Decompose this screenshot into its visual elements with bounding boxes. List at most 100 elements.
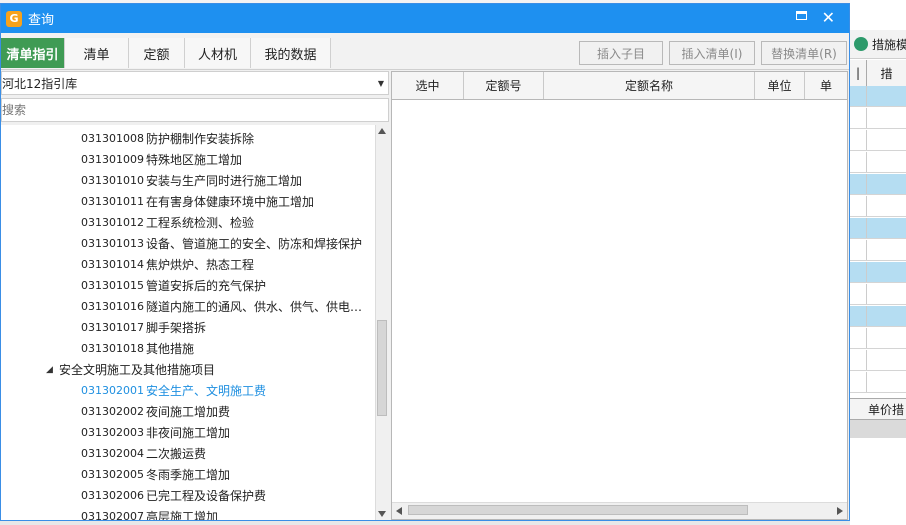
tab-list-guide[interactable]: 清单指引 [1, 38, 65, 68]
tree-item-code: 031302003 [81, 426, 144, 439]
col-selected[interactable]: 选中 [392, 72, 464, 99]
background-grid-row [850, 130, 906, 151]
dialog-titlebar[interactable]: G 查询 ✕ [1, 4, 849, 33]
background-grid-row [850, 372, 906, 393]
col-quota-name[interactable]: 定额名称 [544, 72, 755, 99]
tree-item-code: 031301016 [81, 300, 144, 313]
tree-item-code: 031302005 [81, 468, 144, 481]
background-grid-cell [850, 130, 867, 150]
scroll-up-icon[interactable] [378, 128, 386, 134]
tree-item-name: 非夜间施工增加 [146, 426, 231, 440]
tree-item-name: 安全生产、文明施工费 [146, 384, 267, 398]
tree-item-code: 031302001 [81, 384, 144, 397]
hscroll-thumb[interactable] [408, 505, 748, 515]
tree-vertical-scrollbar[interactable] [375, 125, 389, 520]
insert-list-button[interactable]: 插入清单(I) [669, 41, 755, 65]
tree-item-code: 031301018 [81, 342, 144, 355]
col-unit[interactable]: 单位 [755, 72, 805, 99]
maximize-icon[interactable] [796, 11, 807, 20]
scroll-down-icon[interactable] [378, 511, 386, 517]
tree-item-code: 031301014 [81, 258, 144, 271]
query-dialog: G 查询 ✕ 清单指引 清单 定额 人材机 我的数据 插入子目 插入清单(I) … [0, 3, 850, 521]
grid-header: 选中 定额号 定额名称 单位 单 [392, 72, 847, 100]
background-grid-cell [850, 196, 867, 216]
tree-item-name: 焦炉烘炉、热态工程 [146, 258, 255, 272]
tree-item[interactable]: 031301013 设备、管道施工的安全、防冻和焊接保护 [1, 233, 375, 254]
background-grid-row [850, 152, 906, 173]
tree-item-name: 安装与生产同时进行施工增加 [146, 174, 303, 188]
background-grid-row [850, 306, 906, 327]
tree-item[interactable]: 031301018 其他措施 [1, 338, 375, 359]
app-logo-icon: G [6, 10, 22, 27]
tree-item[interactable]: 031301008 防护棚制作安装拆除 [1, 128, 375, 149]
background-panel-title-text: 措施模 [872, 37, 906, 52]
tree-item-code: 031301009 [81, 153, 144, 166]
tree-item[interactable]: 031301017 脚手架搭拆 [1, 317, 375, 338]
search-input[interactable] [1, 98, 389, 122]
tree-item-code: 031301008 [81, 132, 144, 145]
tree-item-code: 031302002 [81, 405, 144, 418]
background-grid-row [850, 240, 906, 261]
background-grid-row [850, 174, 906, 195]
expand-arrow-icon[interactable]: ◢ [46, 365, 53, 375]
tree-item-name: 在有害身体健康环境中施工增加 [146, 195, 315, 209]
col-quota-no[interactable]: 定额号 [464, 72, 544, 99]
tree-item[interactable]: 031301010 安装与生产同时进行施工增加 [1, 170, 375, 191]
tree-item-name: 高层施工增加 [146, 510, 219, 520]
panel-icon [854, 37, 868, 51]
grid-horizontal-scrollbar[interactable] [392, 502, 847, 519]
tree-item-code: 031302004 [81, 447, 144, 460]
library-select-value: 河北12指引库 [2, 76, 78, 91]
tab-labor-material-machine[interactable]: 人材机 [185, 38, 251, 68]
scroll-thumb[interactable] [377, 320, 387, 416]
tab-my-data[interactable]: 我的数据 [251, 38, 331, 68]
tree-item[interactable]: 031301012 工程系统检测、检验 [1, 212, 375, 233]
tab-list[interactable]: 清单 [65, 38, 129, 68]
tree-item[interactable]: 031302003 非夜间施工增加 [1, 422, 375, 443]
replace-list-button[interactable]: 替换清单(R) [761, 41, 847, 65]
tree-item-name: 其他措施 [146, 342, 195, 356]
background-grid-cell [850, 306, 867, 326]
tree-item-name: 隧道内施工的通风、供水、供气、供电… [146, 300, 363, 314]
tree-item[interactable]: 031301009 特殊地区施工增加 [1, 149, 375, 170]
tree-item-name: 夜间施工增加费 [146, 405, 231, 419]
tree-item-name: 设备、管道施工的安全、防冻和焊接保护 [146, 237, 363, 251]
tree-item[interactable]: 031301014 焦炉烘炉、热态工程 [1, 254, 375, 275]
background-grid-row [850, 262, 906, 283]
tree-item[interactable]: 031301011 在有害身体健康环境中施工增加 [1, 191, 375, 212]
tree-item-name: 特殊地区施工增加 [146, 153, 243, 167]
tree-item-name: 冬雨季施工增加 [146, 468, 231, 482]
tree-item-name: 脚手架搭拆 [146, 321, 207, 335]
insert-child-button[interactable]: 插入子目 [579, 41, 663, 65]
tree-item-code: 031302006 [81, 489, 144, 502]
scroll-right-icon[interactable] [837, 507, 843, 515]
dropdown-arrow-icon[interactable]: ▼ [378, 79, 384, 88]
tree-item-code: 031301015 [81, 279, 144, 292]
tree-item-code: 031301010 [81, 174, 144, 187]
col-unit-price[interactable]: 单 [805, 72, 847, 99]
background-grid-cell [850, 328, 867, 348]
tree-item[interactable]: 031302005 冬雨季施工增加 [1, 464, 375, 485]
background-grid-cell [850, 262, 867, 282]
tree-item[interactable]: 031301016 隧道内施工的通风、供水、供气、供电… [1, 296, 375, 317]
tree-item[interactable]: 031302002 夜间施工增加费 [1, 401, 375, 422]
background-gray-area [850, 420, 906, 438]
background-header-col1: | [850, 60, 867, 86]
scroll-left-icon[interactable] [396, 507, 402, 515]
tree-item[interactable]: 031301015 管道安拆后的充气保护 [1, 275, 375, 296]
tab-quota[interactable]: 定额 [129, 38, 185, 68]
tree-item-code: 031302007 [81, 510, 144, 520]
tree-item-code: 031301012 [81, 216, 144, 229]
tree-item[interactable]: 031302007 高层施工增加 [1, 506, 375, 520]
tree-group-node[interactable]: ◢ 安全文明施工及其他措施项目 [1, 359, 375, 380]
library-select[interactable]: 河北12指引库 ▼ [1, 71, 389, 95]
tree-item[interactable]: 031302006 已完工程及设备保护费 [1, 485, 375, 506]
tree-item-name: 管道安拆后的充气保护 [146, 279, 267, 293]
background-footer-row: 单价措 [850, 398, 906, 420]
background-panel-title[interactable]: 措施模 [850, 30, 906, 59]
tree-item[interactable]: 031302004 二次搬运费 [1, 443, 375, 464]
background-footer-text: 单价措 [868, 402, 905, 417]
close-icon[interactable]: ✕ [822, 8, 835, 28]
background-grid-cell [850, 152, 867, 172]
tree-item[interactable]: 031302001 安全生产、文明施工费 [1, 380, 375, 401]
